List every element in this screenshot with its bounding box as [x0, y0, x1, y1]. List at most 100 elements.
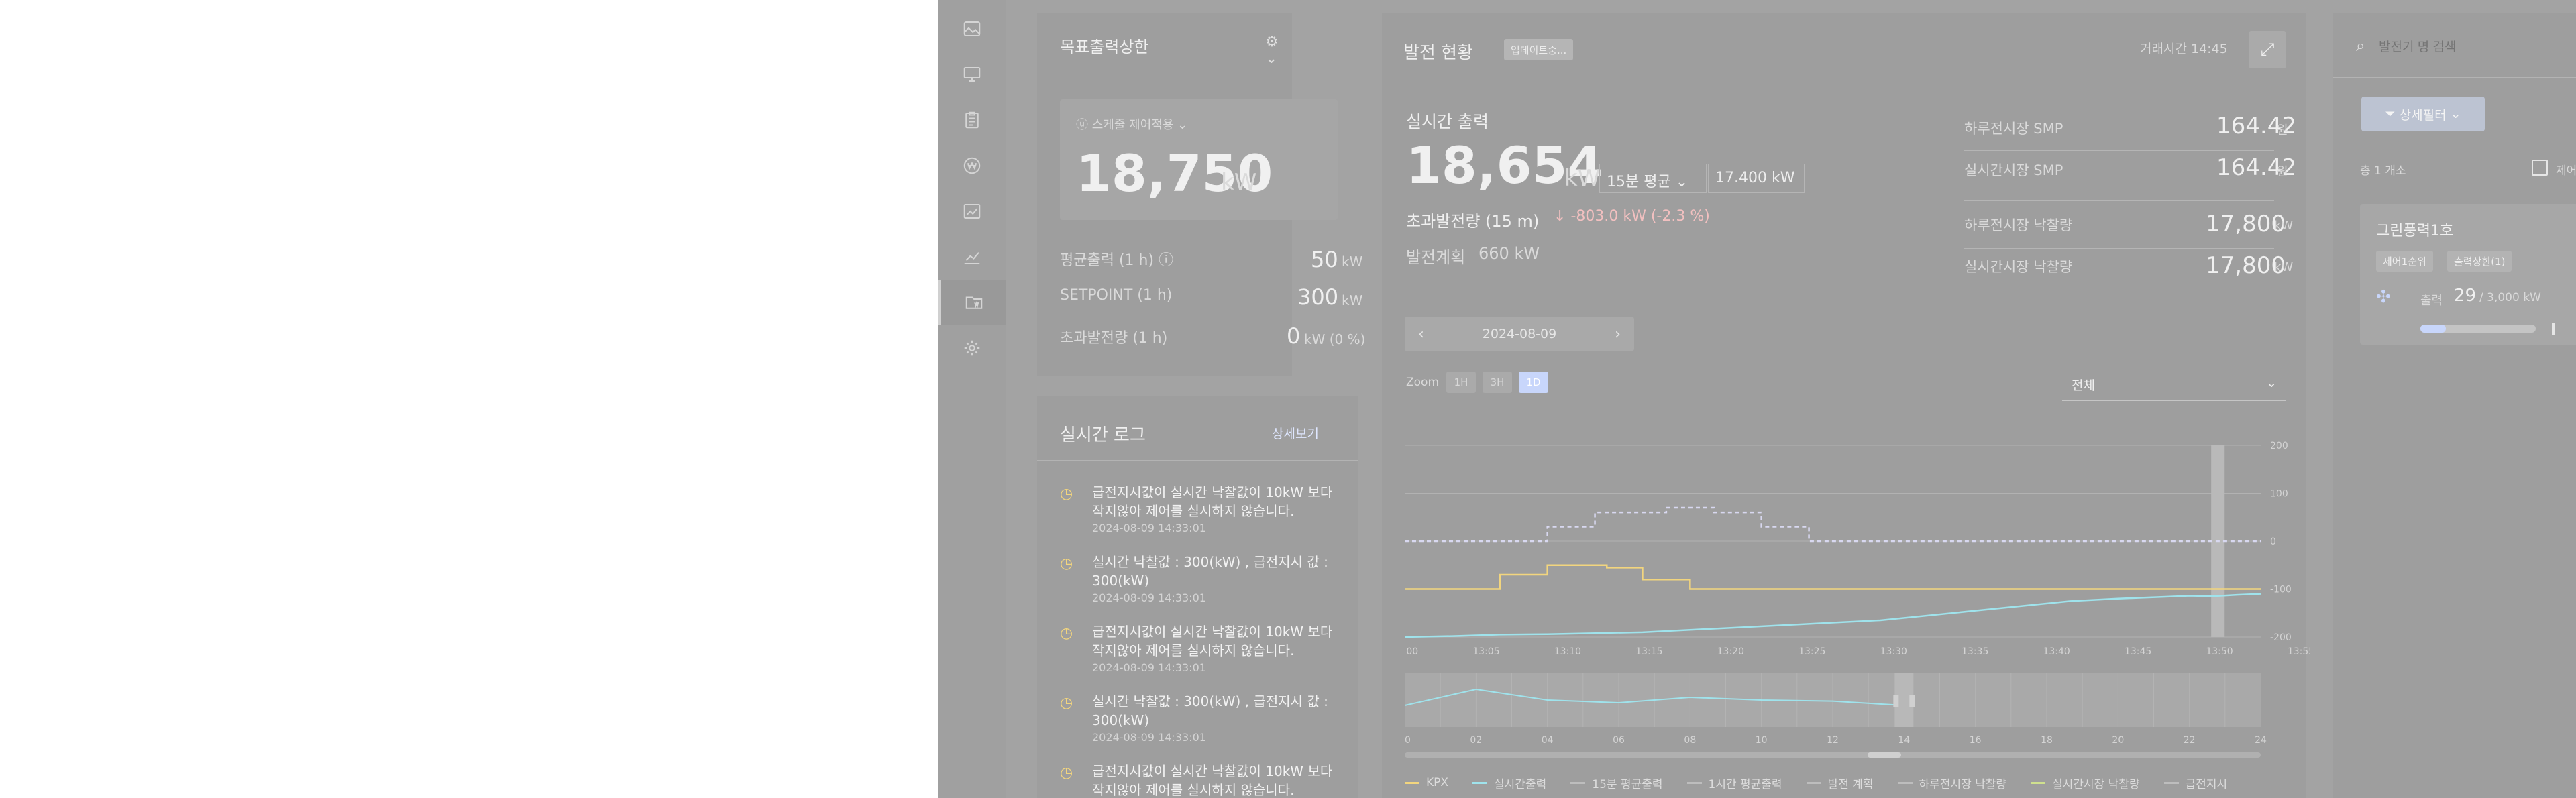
log-time: 2024-08-09 14:33:01 — [1092, 522, 1206, 534]
plan-marker — [2552, 323, 2555, 335]
won-coin-icon[interactable] — [938, 144, 1006, 188]
search-icon: ⌕ — [2356, 36, 2365, 55]
image-icon[interactable] — [938, 7, 1006, 51]
legend-item[interactable]: KPX — [1405, 773, 1448, 793]
price-unit: 원 — [2277, 165, 2288, 179]
chart-legend: KPX 실시간출력 15분 평균출력 1시간 평균출력 발전 계획 하루전시장 낙찰량 실시… — [1405, 773, 2297, 793]
log-text: 급전지시값이 실시간 낙찰값이 10kW 보다 작지않아 제어를 실시하지 않습… — [1092, 763, 1333, 798]
folder-w-icon[interactable] — [938, 280, 1006, 325]
x-tick-label: 13:05 — [1472, 646, 1499, 657]
plan-value: 660 kW — [1479, 244, 1540, 263]
priority-tag: 제어1순위 — [2376, 251, 2433, 272]
x-tick-label: 13:45 — [2125, 646, 2151, 657]
plant-list-panel: ⌕ ⏷ 상세필터 ⌄ 총 1 개소 제어 그린풍력1호 제어1순위 출력상한(1… — [2333, 13, 2576, 798]
divider — [1964, 200, 2274, 201]
legend-item[interactable]: 15분 평균출력 — [1570, 773, 1663, 793]
price-label: 하루전시장 낙찰량 — [1964, 217, 2073, 233]
search-input[interactable] — [2379, 38, 2553, 58]
plant-card[interactable]: 그린풍력1호 제어1순위 출력상한(1) ✣ 출력 29 / 3,000 kW … — [2360, 204, 2576, 345]
fullscreen-button[interactable]: ⤢ — [2249, 31, 2286, 68]
sidebar-nav — [938, 0, 1006, 798]
monitor-icon[interactable] — [938, 52, 1006, 97]
divider — [1037, 460, 1358, 461]
clock-icon: ◷ — [1060, 625, 1073, 642]
update-badge: 업데이트중... — [1504, 39, 1574, 60]
arrow-down-icon: ↓ — [1554, 208, 1566, 225]
date-navigator: ‹ 2024-08-09 › — [1405, 317, 1634, 351]
chevron-down-icon: ⌄ — [2450, 107, 2461, 121]
overview-tick-label: 16 — [1970, 735, 1982, 746]
status-panel: 발전 현황 업데이트중... 거래시간 14:45 ⤢ 실시간 출력 18,65… — [1382, 13, 2310, 798]
trade-time: 거래시간 14:45 — [2140, 42, 2228, 56]
log-more-link[interactable]: 상세보기 — [1272, 424, 1319, 442]
y-tick-label: -200 — [2270, 632, 2292, 643]
series-line — [1405, 564, 2261, 590]
series-filter-select[interactable]: 전체 ⌄ — [2062, 366, 2286, 401]
chart-edit-icon[interactable] — [938, 189, 1006, 233]
log-time: 2024-08-09 14:33:01 — [1092, 731, 1206, 744]
legend-item[interactable]: 하루전시장 낙찰량 — [1897, 773, 2006, 793]
overview-tick-label: 02 — [1470, 735, 1482, 746]
settings-icon[interactable] — [938, 326, 1006, 370]
overview-chart[interactable]: 00 02 04 06 08 10 12 14 16 18 20 22 24 — [1405, 657, 2288, 764]
overview-scrollbar — [1405, 752, 2261, 758]
series-line — [1405, 506, 2261, 543]
avg-period-select[interactable]: 15분 평균 ⌄ — [1599, 164, 1707, 193]
overview-tick-label: 18 — [2041, 735, 2053, 746]
price-label: 실시간시장 낙찰량 — [1964, 259, 2073, 275]
trend-chart-icon[interactable] — [938, 235, 1006, 279]
price-unit: 원 — [2277, 123, 2288, 137]
zoom-3h-button[interactable]: 3H — [1483, 372, 1512, 393]
clipboard-icon[interactable] — [938, 98, 1006, 142]
zoom-1d-button[interactable]: 1D — [1519, 372, 1548, 393]
overview-tick-label: 24 — [2255, 735, 2267, 746]
legend-item[interactable]: 발전 계획 — [1806, 773, 1874, 793]
control-checkbox[interactable] — [2532, 160, 2548, 176]
legend-item[interactable]: 실시간출력 — [1472, 773, 1546, 793]
price-label: 실시간시장 SMP — [1964, 162, 2063, 178]
overview-scroll-thumb — [1868, 752, 1901, 758]
overview-tick-label: 06 — [1613, 735, 1625, 746]
log-panel: 실시간 로그 상세보기 ◷ 급전지시값이 실시간 낙찰값이 10kW 보다 작지않… — [1037, 396, 1358, 798]
zoom-1h-button[interactable]: 1H — [1446, 372, 1476, 393]
legend-item[interactable]: 1시간 평균출력 — [1686, 773, 1782, 793]
main-chart: 200 100 0 -100 -200 13:00 13:05 13:10 13:15 13:20… — [1405, 441, 2310, 657]
x-tick-label: 13:50 — [2206, 646, 2233, 657]
y-tick-label: 200 — [2270, 441, 2288, 451]
range-handle-right — [1909, 695, 1915, 707]
legend-swatch — [1806, 781, 1821, 784]
chevron-down-icon: ⌄ — [1675, 174, 1688, 190]
overview-tick-label: 00 — [1405, 735, 1411, 746]
overview-tick-label: 10 — [1756, 735, 1768, 746]
zoom-label: Zoom — [1406, 376, 1440, 389]
price-unit: kW — [2274, 260, 2294, 274]
legend-item[interactable]: 실시간시장 낙찰량 — [2031, 773, 2140, 793]
plant-name: 그린풍력1호 — [2376, 223, 2454, 239]
x-tick-label: 13:10 — [1554, 646, 1581, 657]
y-tick-label: -100 — [2270, 585, 2292, 595]
date-label[interactable]: 2024-08-09 — [1483, 327, 1556, 341]
overview-tick-label: 08 — [1684, 735, 1696, 746]
chevron-left-icon[interactable]: ‹ — [1418, 326, 1424, 343]
clock-icon: ◷ — [1060, 486, 1073, 502]
plant-count: 총 1 개소 — [2360, 164, 2406, 178]
price-label: 하루전시장 SMP — [1964, 121, 2063, 137]
filter-icon: ⏷ — [2385, 107, 2396, 121]
y-tick-label: 0 — [2270, 536, 2276, 547]
legend-swatch — [2031, 781, 2046, 784]
chevron-right-icon[interactable]: › — [1615, 326, 1621, 343]
y-tick-label: 100 — [2270, 489, 2288, 500]
log-text: 급전지시값이 실시간 낙찰값이 10kW 보다 작지않아 제어를 실시하지 않습… — [1092, 484, 1333, 519]
overview-tick-label: 14 — [1898, 735, 1910, 746]
realtime-unit: kW — [1564, 165, 1601, 192]
detail-filter-button[interactable]: ⏷ 상세필터 ⌄ — [2361, 97, 2485, 131]
expand-icon: ⤢ — [2260, 39, 2275, 60]
avg-value-field: 17.400 kW — [1708, 164, 1805, 193]
range-handle-left — [1893, 695, 1899, 707]
x-tick-label: 13:35 — [1962, 646, 1988, 657]
divider — [1964, 248, 2274, 249]
legend-item[interactable]: 급전지시 — [2163, 773, 2227, 793]
x-tick-label: 13:00 — [1405, 646, 1418, 657]
output-max: / 3,000 kW — [2479, 291, 2541, 304]
chevron-down-icon: ⌄ — [2266, 376, 2277, 390]
